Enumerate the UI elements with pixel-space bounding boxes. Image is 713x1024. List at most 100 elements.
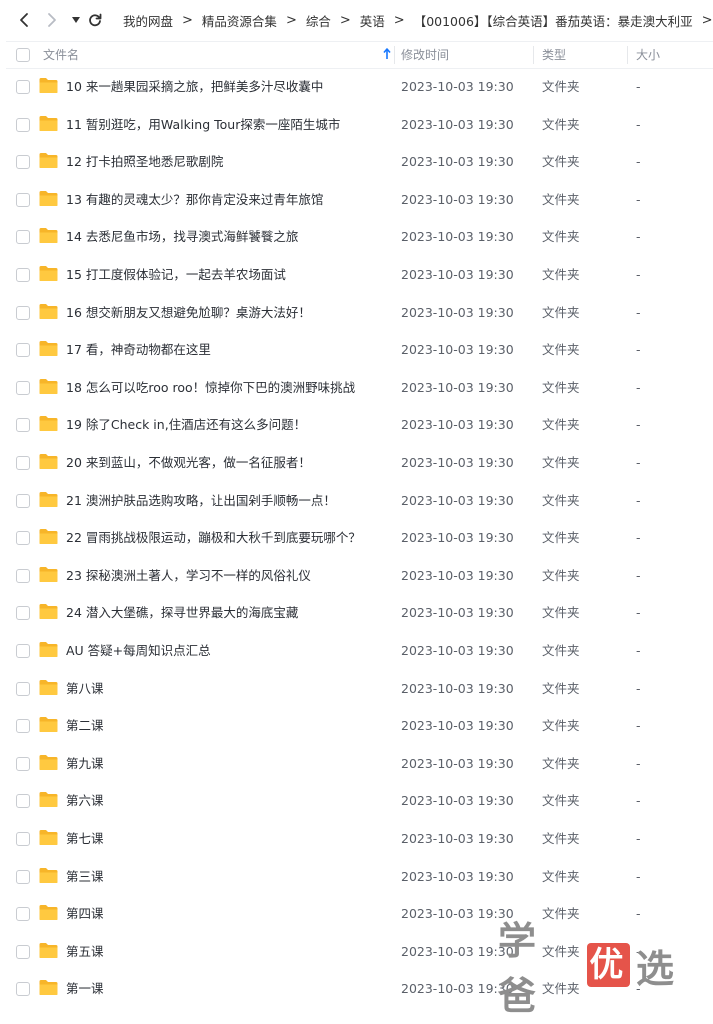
file-name[interactable]: 13 有趣的灵魂太少？那你肯定没来过青年旅馆: [66, 181, 323, 218]
file-row[interactable]: 第二课 2023-10-03 19:30 文件夹 -: [0, 707, 713, 744]
column-name-header[interactable]: 文件名: [43, 42, 79, 68]
file-name[interactable]: 14 去悉尼鱼市场，找寻澳式海鲜饕餮之旅: [66, 218, 298, 255]
column-divider[interactable]: [627, 46, 628, 64]
file-modified-time: 2023-10-03 19:30: [401, 906, 514, 922]
file-name[interactable]: 第八课: [66, 670, 104, 707]
column-size-header[interactable]: 大小: [636, 42, 660, 68]
column-modified-header[interactable]: 修改时间: [401, 42, 449, 68]
file-type: 文件夹: [542, 79, 580, 94]
row-checkbox[interactable]: [16, 493, 30, 508]
file-row[interactable]: 12 打卡拍照圣地悉尼歌剧院 2023-10-03 19:30 文件夹 -: [0, 143, 713, 180]
file-name[interactable]: 22 冒雨挑战极限运动，蹦极和大秋千到底要玩哪个？: [66, 519, 361, 556]
row-checkbox[interactable]: [16, 568, 30, 583]
file-row[interactable]: 第九课 2023-10-03 19:30 文件夹 -: [0, 745, 713, 782]
file-row[interactable]: 第三课 2023-10-03 19:30 文件夹 -: [0, 858, 713, 895]
row-checkbox[interactable]: [16, 192, 30, 207]
file-row[interactable]: 23 探秘澳洲土著人，学习不一样的风俗礼仪 2023-10-03 19:30 文件夹…: [0, 557, 713, 594]
file-size: -: [636, 342, 641, 358]
file-row[interactable]: 15 打工度假体验记，一起去羊农场面试 2023-10-03 19:30 文件夹 -: [0, 256, 713, 293]
file-row[interactable]: 18 怎么可以吃roo roo！惊掉你下巴的澳洲野味挑战 2023-10-03 1…: [0, 369, 713, 406]
select-all-checkbox[interactable]: [16, 48, 30, 62]
row-checkbox[interactable]: [16, 719, 30, 734]
file-row[interactable]: 13 有趣的灵魂太少？那你肯定没来过青年旅馆 2023-10-03 19:30 文件…: [0, 181, 713, 218]
folder-icon: [39, 642, 58, 657]
file-name[interactable]: 11 暂别逛吃，用Walking Tour探索一座陌生城市: [66, 106, 340, 143]
file-row[interactable]: 第八课 2023-10-03 19:30 文件夹 -: [0, 670, 713, 707]
breadcrumb-item[interactable]: 精品资源合集: [202, 11, 277, 30]
refresh-button[interactable]: [85, 10, 105, 30]
file-name[interactable]: 12 打卡拍照圣地悉尼歌剧院: [66, 143, 223, 180]
row-checkbox[interactable]: [16, 380, 30, 395]
row-checkbox[interactable]: [16, 681, 30, 696]
file-name[interactable]: 第九课: [66, 745, 104, 782]
row-checkbox[interactable]: [16, 117, 30, 132]
file-name[interactable]: AU 答疑+每周知识点汇总: [66, 632, 211, 669]
file-name[interactable]: 18 怎么可以吃roo roo！惊掉你下巴的澳洲野味挑战: [66, 369, 355, 406]
column-type-header[interactable]: 类型: [542, 42, 566, 68]
file-size: -: [636, 793, 641, 809]
row-checkbox[interactable]: [16, 869, 30, 884]
file-name[interactable]: 第二课: [66, 707, 104, 744]
history-dropdown-button[interactable]: [66, 10, 86, 30]
arrow-up-icon[interactable]: [383, 48, 391, 60]
breadcrumb-item[interactable]: 【001006】【综合英语】番茄英语：暴走澳大利亚: [414, 11, 693, 30]
row-checkbox[interactable]: [16, 756, 30, 771]
row-checkbox[interactable]: [16, 944, 30, 959]
file-name[interactable]: 10 来一趟果园采摘之旅，把鲜美多汁尽收囊中: [66, 68, 323, 105]
row-checkbox[interactable]: [16, 456, 30, 470]
chevron-left-icon: [20, 13, 28, 27]
file-name[interactable]: 20 来到蓝山，不做观光客，做一名征服者！: [66, 444, 311, 481]
file-row[interactable]: 16 想交新朋友又想避免尬聊？桌游大法好！ 2023-10-03 19:30 文件夹…: [0, 294, 713, 331]
file-row[interactable]: 第六课 2023-10-03 19:30 文件夹 -: [0, 782, 713, 819]
breadcrumb-item[interactable]: 英语: [360, 11, 385, 30]
file-name[interactable]: 19 除了Check in,住酒店还有这么多问题！: [66, 406, 306, 443]
file-name[interactable]: 21 澳洲护肤品选购攻略，让出国剁手顺畅一点！: [66, 482, 336, 519]
file-type: 文件夹: [542, 605, 580, 621]
row-checkbox[interactable]: [16, 982, 30, 997]
column-divider[interactable]: [394, 46, 395, 64]
row-checkbox[interactable]: [16, 155, 30, 170]
breadcrumb-item[interactable]: 我的网盘: [123, 11, 173, 30]
row-checkbox[interactable]: [16, 832, 30, 846]
column-divider[interactable]: [533, 46, 534, 64]
file-row[interactable]: 22 冒雨挑战极限运动，蹦极和大秋千到底要玩哪个？ 2023-10-03 19:3…: [0, 519, 713, 556]
file-name[interactable]: 第三课: [66, 858, 104, 895]
file-name[interactable]: 第七课: [66, 820, 104, 857]
row-checkbox[interactable]: [16, 230, 30, 245]
file-size: -: [636, 492, 641, 508]
row-checkbox[interactable]: [16, 794, 30, 809]
row-checkbox[interactable]: [16, 606, 30, 621]
file-row[interactable]: 17 看，神奇动物都在这里 2023-10-03 19:30 文件夹 -: [0, 331, 713, 368]
file-name[interactable]: 第一课: [66, 970, 104, 1007]
forward-button[interactable]: [42, 10, 62, 30]
row-checkbox[interactable]: [16, 343, 30, 358]
file-row[interactable]: 24 潜入大堡礁，探寻世界最大的海底宝藏 2023-10-03 19:30 文件夹 -: [0, 594, 713, 631]
file-size: -: [636, 680, 641, 696]
file-name[interactable]: 23 探秘澳洲土著人，学习不一样的风俗礼仪: [66, 557, 311, 594]
row-checkbox[interactable]: [16, 418, 30, 433]
file-row[interactable]: 第四课 2023-10-03 19:30 文件夹 -: [0, 895, 713, 932]
file-row[interactable]: 21 澳洲护肤品选购攻略，让出国剁手顺畅一点！ 2023-10-03 19:30 文…: [0, 482, 713, 519]
file-name[interactable]: 第四课: [66, 895, 104, 932]
file-name[interactable]: 24 潜入大堡礁，探寻世界最大的海底宝藏: [66, 594, 298, 631]
row-checkbox[interactable]: [16, 907, 30, 922]
file-name[interactable]: 第六课: [66, 782, 104, 819]
file-row[interactable]: 19 除了Check in,住酒店还有这么多问题！ 2023-10-03 19:3…: [0, 406, 713, 443]
row-checkbox[interactable]: [16, 80, 30, 94]
file-row[interactable]: 14 去悉尼鱼市场，找寻澳式海鲜饕餮之旅 2023-10-03 19:30 文件夹 -: [0, 218, 713, 255]
file-row[interactable]: 10 来一趟果园采摘之旅，把鲜美多汁尽收囊中 2023-10-03 19:30 文件…: [0, 68, 713, 105]
file-name[interactable]: 15 打工度假体验记，一起去羊农场面试: [66, 256, 286, 293]
back-button[interactable]: [14, 10, 34, 30]
row-checkbox[interactable]: [16, 305, 30, 320]
file-name[interactable]: 16 想交新朋友又想避免尬聊？桌游大法好！: [66, 294, 311, 331]
file-row[interactable]: 第七课 2023-10-03 19:30 文件夹 -: [0, 820, 713, 857]
file-name[interactable]: 17 看，神奇动物都在这里: [66, 331, 211, 368]
file-row[interactable]: 11 暂别逛吃，用Walking Tour探索一座陌生城市 2023-10-03 …: [0, 106, 713, 143]
file-row[interactable]: 20 来到蓝山，不做观光客，做一名征服者！ 2023-10-03 19:30 文件夹…: [0, 444, 713, 481]
breadcrumb-item[interactable]: 综合: [306, 11, 331, 30]
file-name[interactable]: 第五课: [66, 933, 104, 970]
row-checkbox[interactable]: [16, 644, 30, 658]
row-checkbox[interactable]: [16, 531, 30, 546]
row-checkbox[interactable]: [16, 268, 30, 282]
file-row[interactable]: AU 答疑+每周知识点汇总 2023-10-03 19:30 文件夹 -: [0, 632, 713, 669]
